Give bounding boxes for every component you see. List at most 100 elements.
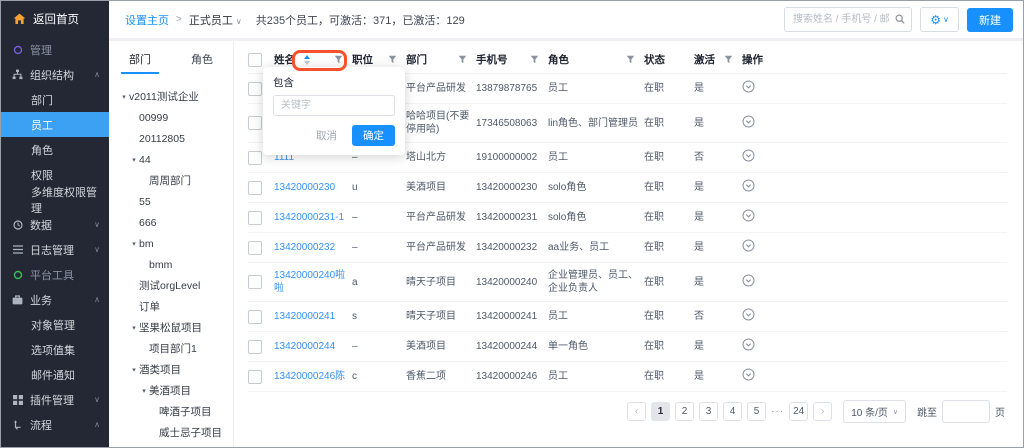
tree-node[interactable]: bm xyxy=(109,233,233,254)
tree-node[interactable]: 00999 xyxy=(109,107,233,128)
circle-chevron-down-icon[interactable] xyxy=(742,115,755,128)
sidebar-item-role[interactable]: 角色 xyxy=(1,137,109,162)
pagination-ellipsis[interactable]: ··· xyxy=(771,406,784,417)
filter-icon[interactable] xyxy=(530,55,539,64)
cell-role: solo角色 xyxy=(548,173,644,203)
pagination-page-1[interactable]: 1 xyxy=(651,402,670,421)
circle-chevron-down-icon[interactable] xyxy=(742,239,755,252)
row-checkbox[interactable] xyxy=(248,116,262,130)
select-all-checkbox[interactable] xyxy=(248,53,262,67)
tree-node[interactable]: bmm xyxy=(109,254,233,275)
tree-node[interactable]: 品牌酒项目 xyxy=(109,443,233,448)
row-checkbox[interactable] xyxy=(248,211,262,225)
pagination-page-2[interactable]: 2 xyxy=(675,402,694,421)
circle-chevron-down-icon[interactable] xyxy=(742,209,755,222)
filter-icon[interactable] xyxy=(334,55,343,64)
tree-node[interactable]: 啤酒子项目 xyxy=(109,401,233,422)
sidebar-item-department[interactable]: 部门 xyxy=(1,87,109,112)
employee-name-link[interactable]: 13420000244 xyxy=(274,341,335,352)
circle-chevron-down-icon[interactable] xyxy=(742,149,755,162)
tree-node[interactable]: 项目部门1 xyxy=(109,338,233,359)
employee-name-link[interactable]: 13420000232 xyxy=(274,242,335,253)
sidebar-item-plugin-management[interactable]: 插件管理 xyxy=(1,387,109,412)
filter-icon[interactable] xyxy=(458,55,467,64)
tree-node[interactable]: 周周部门 xyxy=(109,170,233,191)
sidebar-item-multi-dimension-permission[interactable]: 多维度权限管理 xyxy=(1,187,109,212)
circle-chevron-down-icon[interactable] xyxy=(742,80,755,93)
circle-chevron-down-icon[interactable] xyxy=(742,274,755,287)
sidebar-item-org-structure[interactable]: 组织结构 xyxy=(1,62,109,87)
breadcrumb-home-link[interactable]: 设置主页 xyxy=(125,12,169,28)
row-checkbox[interactable] xyxy=(248,151,262,165)
tree-node[interactable]: 坚果松鼠项目 xyxy=(109,317,233,338)
employee-name-link[interactable]: 13420000231-1 xyxy=(274,212,344,223)
filter-confirm-button[interactable]: 确定 xyxy=(352,125,395,146)
employee-name-link[interactable]: 13420000240啦啦 xyxy=(274,270,345,294)
sort-descending-caret xyxy=(304,61,310,65)
sidebar-item-email-notification[interactable]: 邮件通知 xyxy=(1,362,109,387)
row-checkbox-cell xyxy=(248,302,274,332)
page-size-select[interactable]: 10 条/页 xyxy=(843,400,906,423)
sidebar-item-label: 员工 xyxy=(31,117,53,133)
search-input[interactable] xyxy=(791,13,891,26)
row-checkbox[interactable] xyxy=(248,275,262,289)
circle-chevron-down-icon[interactable] xyxy=(742,368,755,381)
filter-icon[interactable] xyxy=(724,55,733,64)
pagination-prev-button[interactable]: ‹ xyxy=(627,402,646,421)
sidebar-item-data[interactable]: 数据 xyxy=(1,212,109,237)
tree-node-label: 订单 xyxy=(139,299,160,314)
tree-node[interactable]: 威士忌子项目 xyxy=(109,422,233,443)
tree-node-label: 威士忌子项目 xyxy=(159,425,222,440)
row-checkbox[interactable] xyxy=(248,310,262,324)
sidebar-item-workflow[interactable]: 流程 xyxy=(1,412,109,437)
sidebar-item-log-management[interactable]: 日志管理 xyxy=(1,237,109,262)
cell-action xyxy=(742,233,1007,263)
filter-icon[interactable] xyxy=(388,55,397,64)
circle-chevron-down-icon[interactable] xyxy=(742,338,755,351)
sidebar-home-link[interactable]: 返回首页 xyxy=(1,1,109,37)
employee-name-link[interactable]: 13420000246陈 xyxy=(274,371,345,382)
pagination-next-button[interactable]: › xyxy=(813,402,832,421)
sidebar-item-label: 业务 xyxy=(30,292,52,308)
settings-dropdown-button[interactable]: ⚙ xyxy=(920,7,959,32)
cell-phone: 13420000232 xyxy=(476,233,548,263)
sidebar-item-employee[interactable]: 员工 xyxy=(1,112,109,137)
circle-chevron-down-icon[interactable] xyxy=(742,308,755,321)
sidebar-item-option-value-set[interactable]: 选项值集 xyxy=(1,337,109,362)
tree-node[interactable]: 酒类项目 xyxy=(109,359,233,380)
pagination-page-4[interactable]: 4 xyxy=(723,402,742,421)
pagination-page-24[interactable]: 24 xyxy=(789,402,808,421)
sidebar-item-object-management[interactable]: 对象管理 xyxy=(1,312,109,337)
row-checkbox[interactable] xyxy=(248,82,262,96)
filter-keyword-input[interactable] xyxy=(273,95,395,116)
tree-node[interactable]: 666 xyxy=(109,212,233,233)
filter-icon[interactable] xyxy=(626,55,635,64)
sidebar-item-management[interactable]: 管理 xyxy=(1,37,109,62)
tree-node[interactable]: 订单 xyxy=(109,296,233,317)
pagination-page-3[interactable]: 3 xyxy=(699,402,718,421)
row-checkbox[interactable] xyxy=(248,340,262,354)
tree-node[interactable]: 20112805 xyxy=(109,128,233,149)
tab-role[interactable]: 角色 xyxy=(171,51,233,74)
row-checkbox[interactable] xyxy=(248,241,262,255)
cell-department: 晴天子项目 xyxy=(406,302,476,332)
sort-icon[interactable] xyxy=(304,55,310,65)
breadcrumb-current-dropdown[interactable]: 正式员工 xyxy=(189,12,242,28)
sidebar-item-business[interactable]: 业务 xyxy=(1,287,109,312)
tree-node[interactable]: 测试orgLevel xyxy=(109,275,233,296)
tree-node[interactable]: v2011测试企业 xyxy=(109,86,233,107)
tab-department[interactable]: 部门 xyxy=(109,51,171,74)
employee-name-link[interactable]: 13420000241 xyxy=(274,311,335,322)
tree-node[interactable]: 44 xyxy=(109,149,233,170)
filter-cancel-button[interactable]: 取消 xyxy=(310,127,343,144)
jump-input[interactable] xyxy=(942,400,990,423)
pagination-page-5[interactable]: 5 xyxy=(747,402,766,421)
sidebar-item-platform-tools[interactable]: 平台工具 xyxy=(1,262,109,287)
row-checkbox[interactable] xyxy=(248,181,262,195)
row-checkbox[interactable] xyxy=(248,370,262,384)
circle-chevron-down-icon[interactable] xyxy=(742,179,755,192)
new-button[interactable]: 新建 xyxy=(967,8,1013,32)
employee-name-link[interactable]: 13420000230 xyxy=(274,182,335,193)
tree-node[interactable]: 55 xyxy=(109,191,233,212)
tree-node[interactable]: 美酒项目 xyxy=(109,380,233,401)
